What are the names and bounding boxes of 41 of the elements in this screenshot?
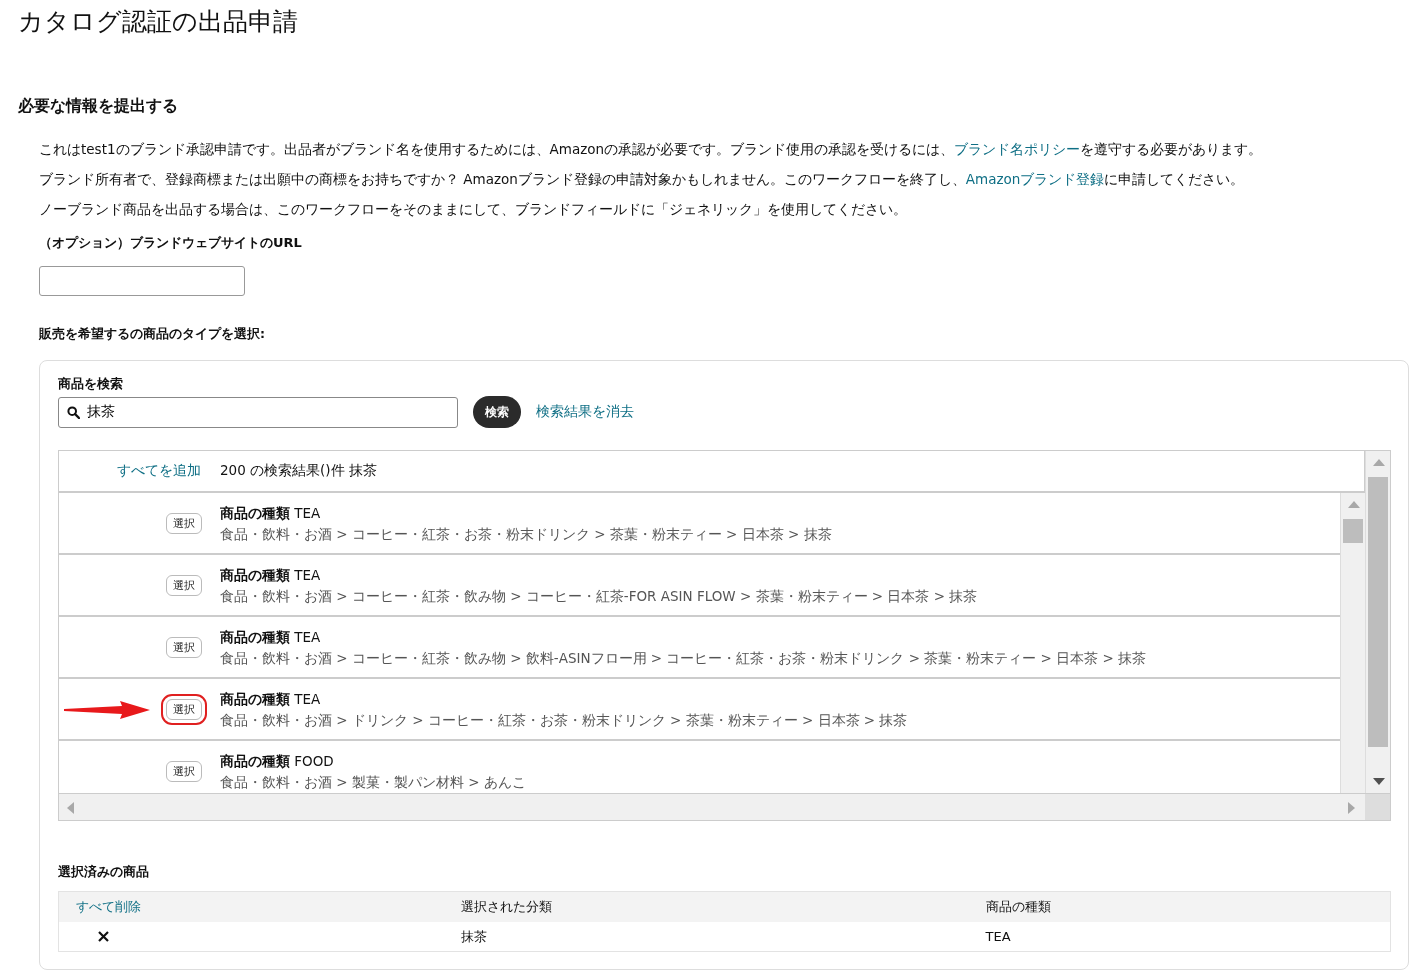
field-label: 販売を希望するの商品のタイプを選択:	[39, 326, 266, 343]
scrollbar-corner	[1365, 794, 1390, 820]
policy-link[interactable]: Amazonブランド登録	[965, 171, 1105, 187]
scrollbar[interactable]	[1340, 493, 1365, 793]
info-paragraph: これはtest1のブランド承認申請です。出品者がブランド名を使用するためには、Amazonの承認が必要です。ブランド使用の承認を受けるには、ブランド名ポリシーを遵守する必要があります。	[39, 140, 1264, 159]
select-button[interactable]: 選択	[166, 760, 202, 782]
remove-all-link[interactable]: すべて削除	[76, 899, 141, 914]
product-type-text: 商品の種類 FOOD	[220, 751, 335, 771]
results-summary: 200 の検索結果()件 抹茶	[220, 462, 377, 480]
remove-icon[interactable]	[98, 931, 109, 942]
product-type-text: 商品の種類 TEA	[220, 689, 322, 709]
column-header: 選択された分類	[460, 899, 552, 914]
search-icon	[67, 405, 80, 419]
product-type-text: 商品の種類 TEA	[220, 627, 322, 647]
section-heading: 必要な情報を提出する	[18, 95, 179, 117]
product-type-text: 商品の種類 TEA	[220, 503, 322, 523]
add-all-link[interactable]: すべてを追加	[59, 462, 201, 480]
product-type-text: 商品の種類 TEA	[220, 565, 322, 585]
table-cell: TEA	[985, 929, 1011, 944]
category-path: 食品・飲料・お酒 > コーヒー・紅茶・お茶・粉末ドリンク > 茶葉・粉末ティー > 日本茶 > 抹茶	[220, 524, 832, 544]
field-label: （オプション）ブランドウェブサイトのURL	[39, 234, 303, 252]
page-title: カタログ認証の出品申請	[18, 6, 299, 38]
column-header: 商品の種類	[985, 899, 1051, 914]
search-button[interactable]: 検索	[473, 396, 521, 428]
category-path: 食品・飲料・お酒 > ドリンク > コーヒー・紅茶・お茶・粉末ドリンク > 茶葉・粉末ティー > 日本茶 > 抹茶	[220, 710, 908, 730]
clear-results-link[interactable]: 検索結果を消去	[536, 403, 634, 421]
policy-link[interactable]: ブランド名ポリシー	[954, 141, 1081, 157]
url-input-field[interactable]	[39, 266, 245, 296]
search-label: 商品を検索	[58, 375, 124, 393]
select-button[interactable]: 選択	[166, 636, 202, 658]
search-field[interactable]: 抹茶	[58, 396, 458, 428]
info-paragraph: ブランド所有者で、登録商標または出願中の商標をお持ちですか？ Amazonブランド登録の申請対象かもしれません。このワークフローを終了し、Amazonブランド登録に申請してください。	[39, 170, 1246, 189]
category-path: 食品・飲料・お酒 > コーヒー・紅茶・飲み物 > 飲料-ASINフロー用 > コーヒー・紅茶・お茶・粉末ドリンク > 茶葉・粉末ティー > 日本茶 > 抹茶	[220, 648, 1147, 668]
scrollbar[interactable]	[1365, 451, 1390, 793]
category-path: 食品・飲料・お酒 > 製菓・製パン材料 > あんこ	[220, 772, 526, 792]
table-cell: 抹茶	[460, 928, 487, 944]
selected-products-heading: 選択済みの商品	[58, 863, 150, 881]
info-paragraph: ノーブランド商品を出品する場合は、このワークフローをそのままにして、ブランドフィールドに「ジェネリック」を使用してください。	[39, 200, 908, 219]
select-button[interactable]: 選択	[166, 574, 202, 596]
category-path: 食品・飲料・お酒 > コーヒー・紅茶・飲み物 > コーヒー・紅茶-FOR ASIN FLOW > 茶葉・粉末ティー > 日本茶 > 抹茶	[220, 586, 978, 606]
select-button[interactable]: 選択	[166, 512, 202, 534]
